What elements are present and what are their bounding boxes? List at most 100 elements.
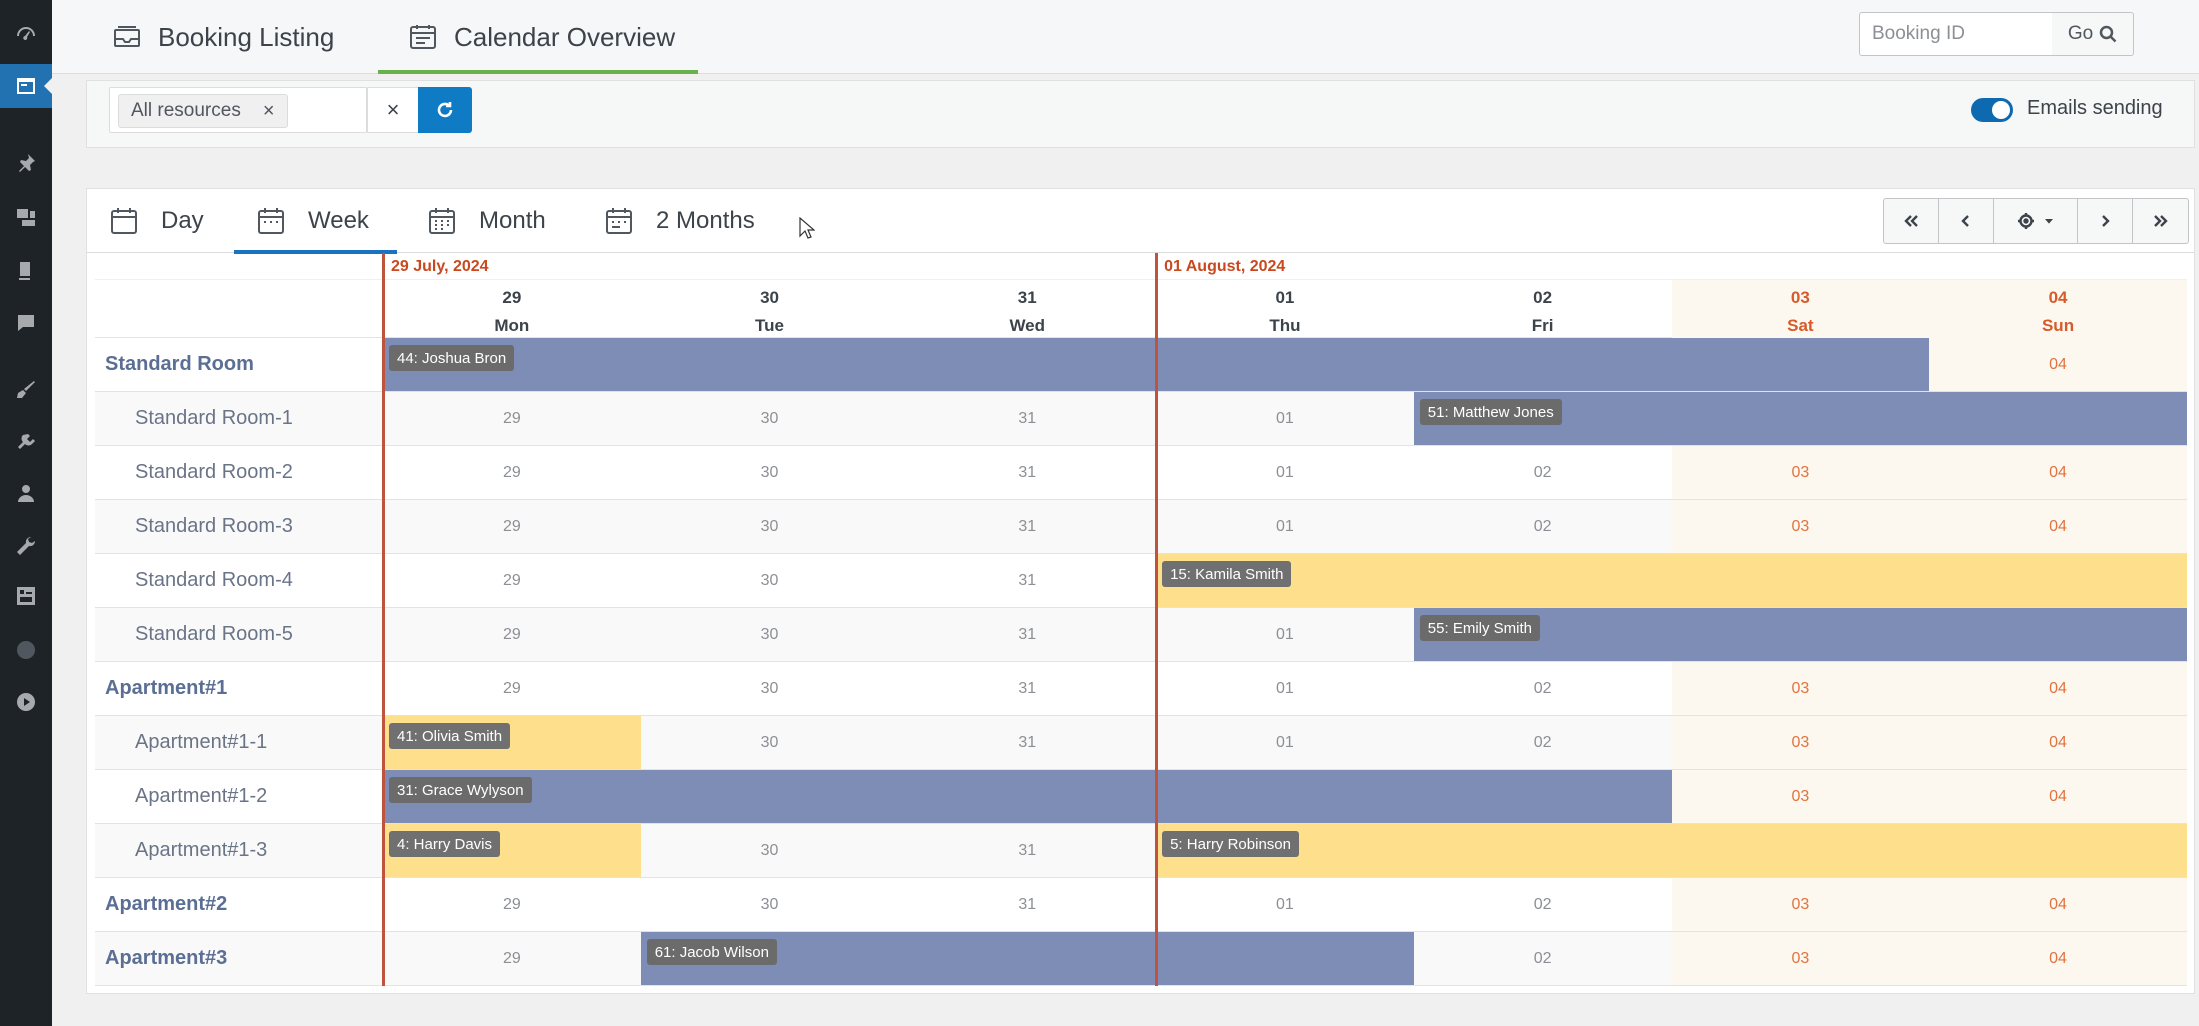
tab-month[interactable]: Month — [405, 189, 568, 253]
emails-sending-toggle[interactable] — [1971, 98, 2013, 122]
resource-label[interactable]: Standard Room-2 — [95, 446, 383, 499]
tab-booking-listing[interactable]: Booking Listing — [112, 0, 334, 74]
resource-label[interactable]: Apartment#3 — [95, 932, 383, 985]
remove-tag-icon[interactable]: × — [263, 100, 275, 123]
day-cell[interactable]: 04 — [1929, 770, 2187, 823]
day-cell[interactable]: 04 — [1929, 662, 2187, 715]
day-cell[interactable]: 30 — [641, 446, 899, 499]
day-header-sun[interactable]: 04 Sun — [1929, 280, 2187, 338]
day-cell[interactable]: 01 — [1156, 392, 1414, 445]
booking-bar[interactable]: 5: Harry Robinson — [1156, 824, 2187, 877]
resource-select[interactable]: All resources × — [109, 87, 367, 133]
day-cell[interactable]: 29 — [383, 446, 641, 499]
booking-bar[interactable]: 31: Grace Wylyson — [383, 770, 1672, 823]
nav-today-button[interactable] — [1994, 199, 2078, 243]
day-cell[interactable]: 03 — [1671, 716, 1930, 769]
day-cell[interactable]: 29 — [383, 608, 641, 661]
day-cell[interactable]: 03 — [1671, 932, 1930, 985]
pages-icon[interactable] — [13, 258, 39, 284]
resource-label[interactable]: Standard Room-5 — [95, 608, 383, 661]
resource-label[interactable]: Apartment#1 — [95, 662, 383, 715]
day-cell[interactable]: 29 — [383, 878, 641, 931]
day-cell[interactable]: 29 — [383, 500, 641, 553]
day-cell[interactable]: 30 — [641, 500, 899, 553]
day-cell[interactable]: 29 — [383, 392, 641, 445]
day-header-thu[interactable]: 01 Thu — [1156, 280, 1414, 338]
day-header-tue[interactable]: 30 Tue — [641, 280, 899, 338]
resource-label[interactable]: Apartment#2 — [95, 878, 383, 931]
nav-next-button[interactable] — [2078, 199, 2133, 243]
day-cell[interactable]: 02 — [1414, 662, 1672, 715]
day-cell[interactable]: 30 — [641, 392, 899, 445]
day-cell[interactable]: 30 — [641, 878, 899, 931]
media-icon[interactable] — [13, 204, 39, 230]
resource-label[interactable]: Apartment#1-1 — [95, 716, 383, 769]
booking-bar[interactable]: 4: Harry Davis — [383, 824, 641, 877]
day-cell[interactable]: 30 — [641, 716, 899, 769]
booking-bar[interactable]: 41: Olivia Smith — [383, 716, 641, 769]
resource-label[interactable]: Apartment#1-3 — [95, 824, 383, 877]
dashboard-icon[interactable] — [13, 22, 39, 48]
nav-first-button[interactable] — [1884, 199, 1939, 243]
day-cell[interactable]: 04 — [1929, 932, 2187, 985]
day-cell[interactable]: 02 — [1414, 716, 1672, 769]
day-cell[interactable]: 01 — [1156, 446, 1414, 499]
day-cell[interactable]: 31 — [898, 554, 1156, 607]
tab-2-months[interactable]: 2 Months — [582, 189, 777, 253]
nav-prev-button[interactable] — [1939, 199, 1994, 243]
day-cell[interactable]: 01 — [1156, 878, 1414, 931]
booking-bar[interactable]: 51: Matthew Jones — [1413, 392, 2187, 445]
day-cell[interactable]: 03 — [1671, 770, 1930, 823]
day-cell[interactable]: 31 — [898, 662, 1156, 715]
resource-label[interactable]: Standard Room-3 — [95, 500, 383, 553]
day-cell[interactable]: 01 — [1156, 716, 1414, 769]
day-cell[interactable]: 31 — [898, 608, 1156, 661]
day-cell[interactable]: 30 — [641, 662, 899, 715]
tab-calendar-overview[interactable]: Calendar Overview — [378, 0, 698, 74]
day-cell[interactable]: 31 — [898, 392, 1156, 445]
day-cell[interactable]: 31 — [898, 824, 1156, 877]
booking-bar[interactable]: 15: Kamila Smith — [1156, 554, 2187, 607]
calendar-menu-icon[interactable] — [13, 73, 39, 99]
comments-icon[interactable] — [13, 310, 39, 336]
go-button[interactable]: Go — [2052, 12, 2134, 56]
day-cell[interactable]: 02 — [1414, 932, 1672, 985]
day-cell[interactable]: 02 — [1414, 500, 1672, 553]
users-icon[interactable] — [13, 481, 39, 507]
day-cell[interactable]: 04 — [1929, 446, 2187, 499]
refresh-button[interactable] — [418, 87, 472, 133]
globe-icon[interactable] — [13, 637, 39, 663]
pin-icon[interactable] — [13, 150, 39, 176]
day-cell[interactable]: 01 — [1156, 608, 1414, 661]
day-cell[interactable]: 02 — [1414, 878, 1672, 931]
tab-day[interactable]: Day — [87, 189, 226, 253]
booking-bar[interactable]: 61: Jacob Wilson — [640, 932, 1414, 985]
day-cell[interactable]: 02 — [1414, 446, 1672, 499]
day-cell[interactable]: 31 — [898, 446, 1156, 499]
day-header-wed[interactable]: 31 Wed — [898, 280, 1156, 338]
day-cell[interactable]: 29 — [383, 554, 641, 607]
tools-icon[interactable] — [13, 533, 39, 559]
day-cell[interactable]: 31 — [898, 500, 1156, 553]
nav-last-button[interactable] — [2133, 199, 2188, 243]
day-cell[interactable]: 03 — [1671, 662, 1930, 715]
day-cell[interactable]: 04 — [1929, 716, 2187, 769]
day-cell[interactable]: 03 — [1671, 878, 1930, 931]
tab-week[interactable]: Week — [234, 189, 397, 254]
day-cell[interactable]: 29 — [383, 662, 641, 715]
day-cell[interactable]: 03 — [1671, 446, 1930, 499]
day-cell[interactable]: 01 — [1156, 500, 1414, 553]
day-cell[interactable]: 03 — [1671, 500, 1930, 553]
resource-label[interactable]: Standard Room — [95, 338, 383, 391]
day-cell[interactable]: 01 — [1156, 662, 1414, 715]
resource-label[interactable]: Standard Room-4 — [95, 554, 383, 607]
day-cell[interactable]: 04 — [1929, 338, 2187, 391]
day-cell[interactable]: 29 — [383, 932, 641, 985]
resource-label[interactable]: Apartment#1-2 — [95, 770, 383, 823]
settings-icon[interactable] — [13, 583, 39, 609]
booking-bar[interactable]: 55: Emily Smith — [1413, 608, 2187, 661]
resource-label[interactable]: Standard Room-1 — [95, 392, 383, 445]
plugins-icon[interactable] — [13, 430, 39, 456]
day-cell[interactable]: 30 — [641, 554, 899, 607]
day-header-sat[interactable]: 03 Sat — [1671, 280, 1930, 338]
